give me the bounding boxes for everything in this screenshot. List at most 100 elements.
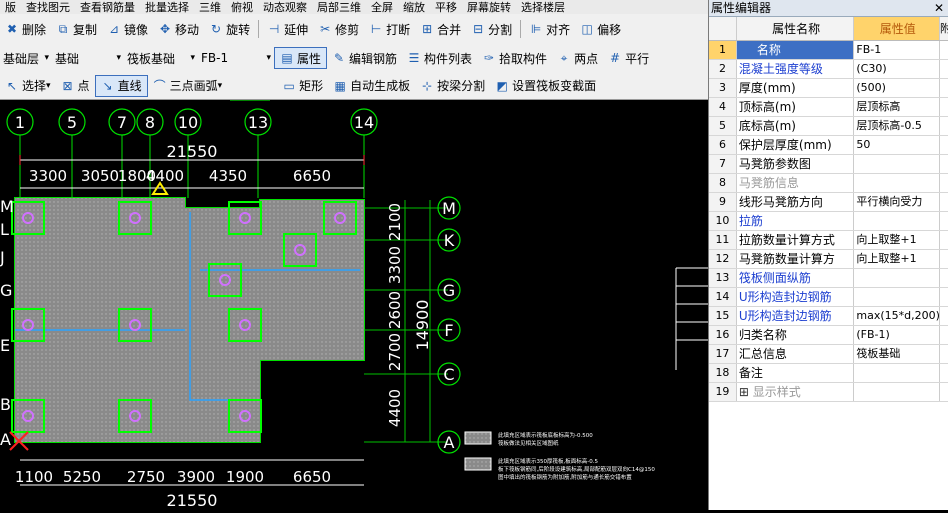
menu-item-9[interactable]: 缩放	[398, 0, 430, 14]
property-row[interactable]: 1 名称 FB-1	[709, 41, 948, 60]
property-value[interactable]: 平行横向受力	[854, 193, 941, 211]
property-row[interactable]: 16 归类名称 (FB-1)	[709, 326, 948, 345]
property-row[interactable]: 12 马凳筋数量计算方 向上取整+1	[709, 250, 948, 269]
two-points-button[interactable]: ⌖ 两点	[552, 47, 603, 69]
property-value[interactable]: 层顶标高-0.5	[854, 117, 941, 135]
property-extra[interactable]	[940, 364, 948, 382]
auto-slab-button[interactable]: ▦ 自动生成板	[328, 75, 415, 97]
floor-type-select[interactable]: 基础层 ▾	[0, 48, 52, 68]
split-button[interactable]: ⊟ 分割	[466, 18, 517, 40]
property-row[interactable]: 17 汇总信息 筏板基础	[709, 345, 948, 364]
property-value[interactable]	[854, 155, 941, 173]
property-value[interactable]	[854, 288, 941, 306]
mirror-button[interactable]: ⊿ 镜像	[102, 18, 153, 40]
property-value[interactable]: 筏板基础	[854, 345, 941, 363]
close-icon[interactable]: ✕	[934, 0, 944, 17]
expand-icon[interactable]: ⊞	[739, 385, 753, 399]
set-slab-edge-button[interactable]: ◩ 设置筏板变截面	[490, 75, 601, 97]
menu-item-4[interactable]: 三维	[194, 0, 226, 14]
drawing-canvas[interactable]: 1 5 7 8 10 13 14 21550 3300 3050 1800 4400 4350 665…	[0, 99, 708, 510]
property-row[interactable]: 9 线形马凳筋方向 平行横向受力	[709, 193, 948, 212]
rotate-button[interactable]: ↻ 旋转	[204, 18, 255, 40]
property-extra[interactable]	[940, 79, 948, 97]
property-value[interactable]: 向上取整+1	[854, 250, 941, 268]
menu-item-2[interactable]: 查看钢筋量	[75, 0, 140, 14]
property-extra[interactable]	[940, 288, 948, 306]
property-value[interactable]	[854, 383, 941, 401]
property-row[interactable]: 5 底标高(m) 层顶标高-0.5	[709, 117, 948, 136]
menu-item-11[interactable]: 屏幕旋转	[462, 0, 516, 14]
property-value[interactable]: max(15*d,200)	[854, 307, 941, 325]
property-value[interactable]	[854, 212, 941, 230]
property-value[interactable]: (500)	[854, 79, 941, 97]
point-button[interactable]: ⊠ 点	[56, 75, 95, 97]
property-row[interactable]: 2 混凝土强度等级 (C30)	[709, 60, 948, 79]
property-extra[interactable]	[940, 98, 948, 116]
rect-button[interactable]: ▭ 矩形	[277, 75, 328, 97]
property-row[interactable]: 4 顶标高(m) 层顶标高	[709, 98, 948, 117]
select-button[interactable]: ↖ 选择 ▾	[0, 75, 56, 97]
menu-item-8[interactable]: 全屏	[366, 0, 398, 14]
parallel-button[interactable]: # 平行	[603, 47, 654, 69]
split-by-beam-button[interactable]: ⊹ 按梁分割	[415, 75, 490, 97]
properties-button[interactable]: ▤ 属性	[274, 47, 328, 69]
component-type-select[interactable]: 筏板基础 ▾	[124, 48, 198, 68]
component-list-button[interactable]: ☰ 构件列表	[402, 47, 477, 69]
menu-item-12[interactable]: 选择楼层	[516, 0, 570, 14]
break-button[interactable]: ⊢ 打断	[364, 18, 415, 40]
property-extra[interactable]	[940, 383, 948, 401]
extend-button[interactable]: ⊣ 延伸	[262, 18, 313, 40]
property-extra[interactable]	[940, 193, 948, 211]
menu-item-0[interactable]: 版	[0, 0, 21, 14]
property-row[interactable]: 10 拉筋	[709, 212, 948, 231]
move-button[interactable]: ✥ 移动	[153, 18, 204, 40]
property-extra[interactable]	[940, 155, 948, 173]
property-extra[interactable]	[940, 231, 948, 249]
property-extra[interactable]	[940, 174, 948, 192]
property-extra[interactable]	[940, 212, 948, 230]
floor-select[interactable]: 基础 ▾	[52, 48, 124, 68]
property-extra[interactable]	[940, 269, 948, 287]
edit-rebar-button[interactable]: ✎ 编辑钢筋	[327, 47, 402, 69]
line-button[interactable]: ↘ 直线	[94, 74, 148, 97]
property-row[interactable]: 14 U形构造封边钢筋	[709, 288, 948, 307]
property-extra[interactable]	[940, 250, 948, 268]
menu-item-6[interactable]: 动态观察	[258, 0, 312, 14]
property-value[interactable]	[854, 174, 941, 192]
property-value[interactable]: 50	[854, 136, 941, 154]
property-value[interactable]	[854, 364, 941, 382]
property-row[interactable]: 19 ⊞ 显示样式	[709, 383, 948, 402]
menu-item-3[interactable]: 批量选择	[140, 0, 194, 14]
property-extra[interactable]	[940, 345, 948, 363]
property-row[interactable]: 6 保护层厚度(mm) 50	[709, 136, 948, 155]
property-row[interactable]: 15 U形构造封边钢筋 max(15*d,200)	[709, 307, 948, 326]
merge-button[interactable]: ⊞ 合并	[415, 18, 466, 40]
property-extra[interactable]	[940, 117, 948, 135]
property-row[interactable]: 18 备注	[709, 364, 948, 383]
property-row[interactable]: 8 马凳筋信息	[709, 174, 948, 193]
property-extra[interactable]	[940, 307, 948, 325]
property-row[interactable]: 11 拉筋数量计算方式 向上取整+1	[709, 231, 948, 250]
property-value[interactable]: 向上取整+1	[854, 231, 941, 249]
trim-button[interactable]: ✂ 修剪	[313, 18, 364, 40]
menu-item-5[interactable]: 俯视	[226, 0, 258, 14]
menu-item-7[interactable]: 局部三维	[312, 0, 366, 14]
floor-plan-drawing[interactable]: 1 5 7 8 10 13 14 21550 3300 305018004400 4350 665…	[0, 99, 708, 510]
property-value[interactable]: (FB-1)	[854, 326, 941, 344]
copy-button[interactable]: ⧉ 复制	[51, 18, 102, 40]
align-button[interactable]: ⊫ 对齐	[524, 18, 575, 40]
property-value[interactable]: 层顶标高	[854, 98, 941, 116]
property-row[interactable]: 3 厚度(mm) (500)	[709, 79, 948, 98]
property-value[interactable]: (C30)	[854, 60, 941, 78]
delete-button[interactable]: ✖ 删除	[0, 18, 51, 40]
property-extra[interactable]	[940, 136, 948, 154]
property-extra[interactable]	[940, 41, 948, 59]
property-value[interactable]: FB-1	[854, 41, 941, 59]
pick-component-button[interactable]: ✑ 拾取构件	[477, 47, 552, 69]
component-select[interactable]: FB-1 ▾	[198, 48, 274, 68]
menu-item-10[interactable]: 平移	[430, 0, 462, 14]
property-row[interactable]: 7 马凳筋参数图	[709, 155, 948, 174]
property-extra[interactable]	[940, 326, 948, 344]
property-value[interactable]	[854, 269, 941, 287]
arc-button[interactable]: ⌒ 三点画弧 ▾	[148, 75, 228, 97]
